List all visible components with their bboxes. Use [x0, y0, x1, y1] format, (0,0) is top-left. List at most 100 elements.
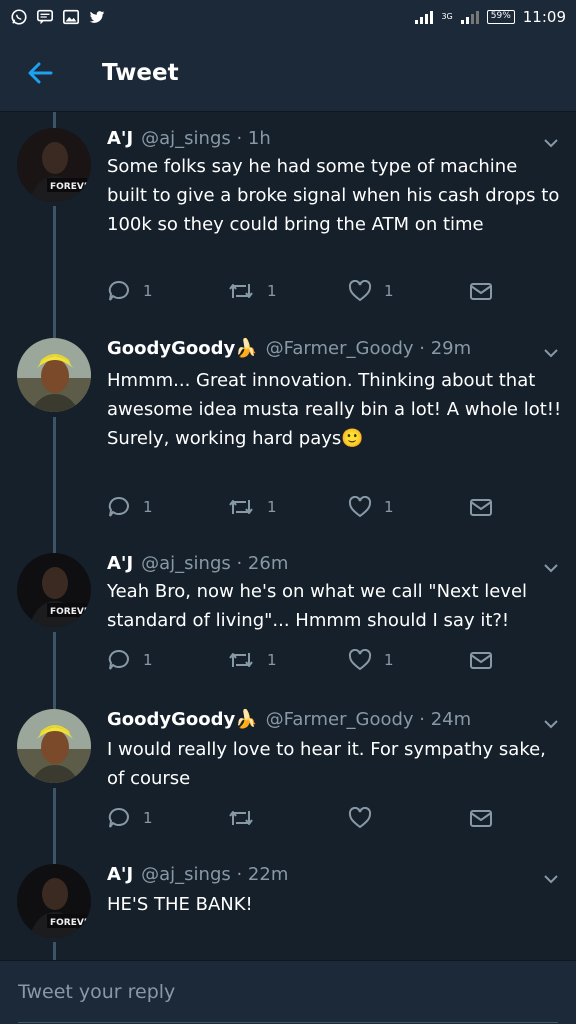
like-count: 1 — [384, 282, 394, 300]
signal-icon-2 — [460, 10, 479, 24]
retweet-button[interactable]: 1 — [227, 280, 277, 302]
retweet-button[interactable]: 1 — [227, 649, 277, 671]
tweet[interactable]: GoodyGoody🍌 @Farmer_Goody · 29m Hmmm... … — [0, 338, 576, 548]
author-handle[interactable]: @aj_sings · 26m — [141, 553, 288, 574]
avatar[interactable]: FOREVE — [17, 553, 91, 627]
like-button[interactable]: 1 — [348, 496, 394, 518]
reply-icon — [108, 496, 129, 517]
like-count: 1 — [384, 651, 394, 669]
tweet-thread: FOREVE A'J @aj_sings · 1h Some folks say… — [0, 112, 576, 960]
like-count: 1 — [384, 498, 394, 516]
app-bar: Tweet — [0, 34, 576, 112]
like-button[interactable]: 1 — [348, 649, 394, 671]
tweet-actions: 1 1 1 — [107, 280, 507, 304]
avatar-goody-image — [17, 338, 91, 412]
tweet[interactable]: GoodyGoody🍌 @Farmer_Goody · 24m I would … — [0, 709, 576, 859]
avatar-aj-image: FOREVE — [17, 864, 91, 938]
author-handle[interactable]: @aj_sings · 1h — [141, 128, 271, 149]
page-title: Tweet — [102, 59, 179, 86]
retweet-button[interactable]: 1 — [227, 496, 277, 518]
author-handle[interactable]: @Farmer_Goody · 24m — [266, 709, 471, 730]
tweet[interactable]: FOREVE A'J @aj_sings · 1h Some folks say… — [0, 128, 576, 328]
tweet-text: Some folks say he had some type of machi… — [107, 156, 560, 235]
chevron-down-icon[interactable] — [542, 344, 560, 362]
retweet-icon — [229, 811, 253, 825]
battery-indicator: 59% — [486, 10, 515, 24]
reply-button[interactable]: 1 — [107, 496, 153, 518]
whatsapp-icon — [11, 9, 27, 25]
chevron-down-icon[interactable] — [542, 715, 560, 733]
avatar-aj-image: FOREVE — [17, 128, 91, 202]
like-button[interactable] — [348, 807, 384, 829]
chevron-down-icon[interactable] — [542, 559, 560, 577]
envelope-icon — [470, 499, 492, 516]
direct-message-button[interactable] — [469, 280, 493, 302]
reply-count: 1 — [143, 282, 153, 300]
twitter-icon — [89, 11, 105, 23]
reply-count: 1 — [143, 651, 153, 669]
gallery-icon — [62, 9, 80, 25]
tweet[interactable]: FOREVE A'J @aj_sings · 22m HE'S THE BANK… — [0, 864, 576, 960]
like-button[interactable]: 1 — [348, 280, 394, 302]
back-button[interactable] — [0, 34, 80, 112]
author-name[interactable]: GoodyGoody🍌 — [107, 338, 258, 359]
author-handle[interactable]: @Farmer_Goody · 29m — [266, 338, 471, 359]
chevron-down-icon[interactable] — [542, 870, 560, 888]
tweet-text: Yeah Bro, now he's on what we call "Next… — [107, 581, 528, 631]
envelope-icon — [470, 652, 492, 669]
envelope-icon — [470, 810, 492, 827]
status-bar: 3G 59% 11:09 — [0, 0, 576, 34]
tweet-actions: 1 — [107, 807, 507, 831]
message-icon — [36, 9, 54, 25]
network-type: 3G — [441, 12, 453, 21]
direct-message-button[interactable] — [469, 807, 493, 829]
author-name[interactable]: A'J — [107, 864, 133, 885]
tweet[interactable]: FOREVE A'J @aj_sings · 26m Yeah Bro, now… — [0, 553, 576, 703]
thread-connector — [53, 112, 56, 128]
reply-count: 1 — [143, 498, 153, 516]
heart-icon — [348, 807, 372, 829]
reply-bar — [0, 960, 576, 1024]
tweet-text: HE'S THE BANK! — [107, 894, 253, 915]
reply-button[interactable]: 1 — [107, 280, 153, 302]
retweet-count: 1 — [267, 282, 277, 300]
reply-count: 1 — [143, 809, 153, 827]
notification-icons — [10, 8, 106, 26]
tweet-actions: 1 1 1 — [107, 649, 507, 673]
heart-icon — [348, 649, 372, 671]
direct-message-button[interactable] — [469, 649, 493, 671]
author-name[interactable]: A'J — [107, 553, 133, 574]
retweet-button[interactable] — [227, 807, 267, 829]
avatar[interactable]: FOREVE — [17, 128, 91, 202]
heart-icon — [348, 280, 372, 302]
avatar[interactable] — [17, 709, 91, 783]
avatar[interactable] — [17, 338, 91, 412]
reply-icon — [108, 807, 129, 828]
chevron-down-icon[interactable] — [542, 134, 560, 152]
retweet-icon — [229, 653, 253, 667]
reply-button[interactable]: 1 — [107, 649, 153, 671]
avatar-label: FOREVE — [50, 182, 90, 192]
retweet-icon — [229, 284, 253, 298]
avatar-label: FOREVE — [50, 918, 90, 928]
author-name[interactable]: GoodyGoody🍌 — [107, 709, 258, 730]
author-name[interactable]: A'J — [107, 128, 133, 149]
envelope-icon — [470, 283, 492, 300]
retweet-count: 1 — [267, 498, 277, 516]
tweet-text: I would really love to hear it. For symp… — [107, 739, 546, 789]
arrow-left-icon — [28, 62, 53, 83]
heart-icon — [348, 496, 372, 518]
tweet-text: Hmmm... Great innovation. Thinking about… — [107, 370, 562, 449]
reply-button[interactable]: 1 — [107, 807, 153, 829]
retweet-count: 1 — [267, 651, 277, 669]
avatar[interactable]: FOREVE — [17, 864, 91, 938]
reply-input[interactable] — [18, 961, 558, 1023]
direct-message-button[interactable] — [469, 496, 493, 518]
avatar-label: FOREVE — [50, 607, 90, 617]
clock: 11:09 — [522, 8, 566, 26]
avatar-aj-image: FOREVE — [17, 553, 91, 627]
reply-icon — [108, 280, 129, 301]
reply-icon — [108, 649, 129, 670]
retweet-icon — [229, 500, 253, 514]
author-handle[interactable]: @aj_sings · 22m — [141, 864, 288, 885]
